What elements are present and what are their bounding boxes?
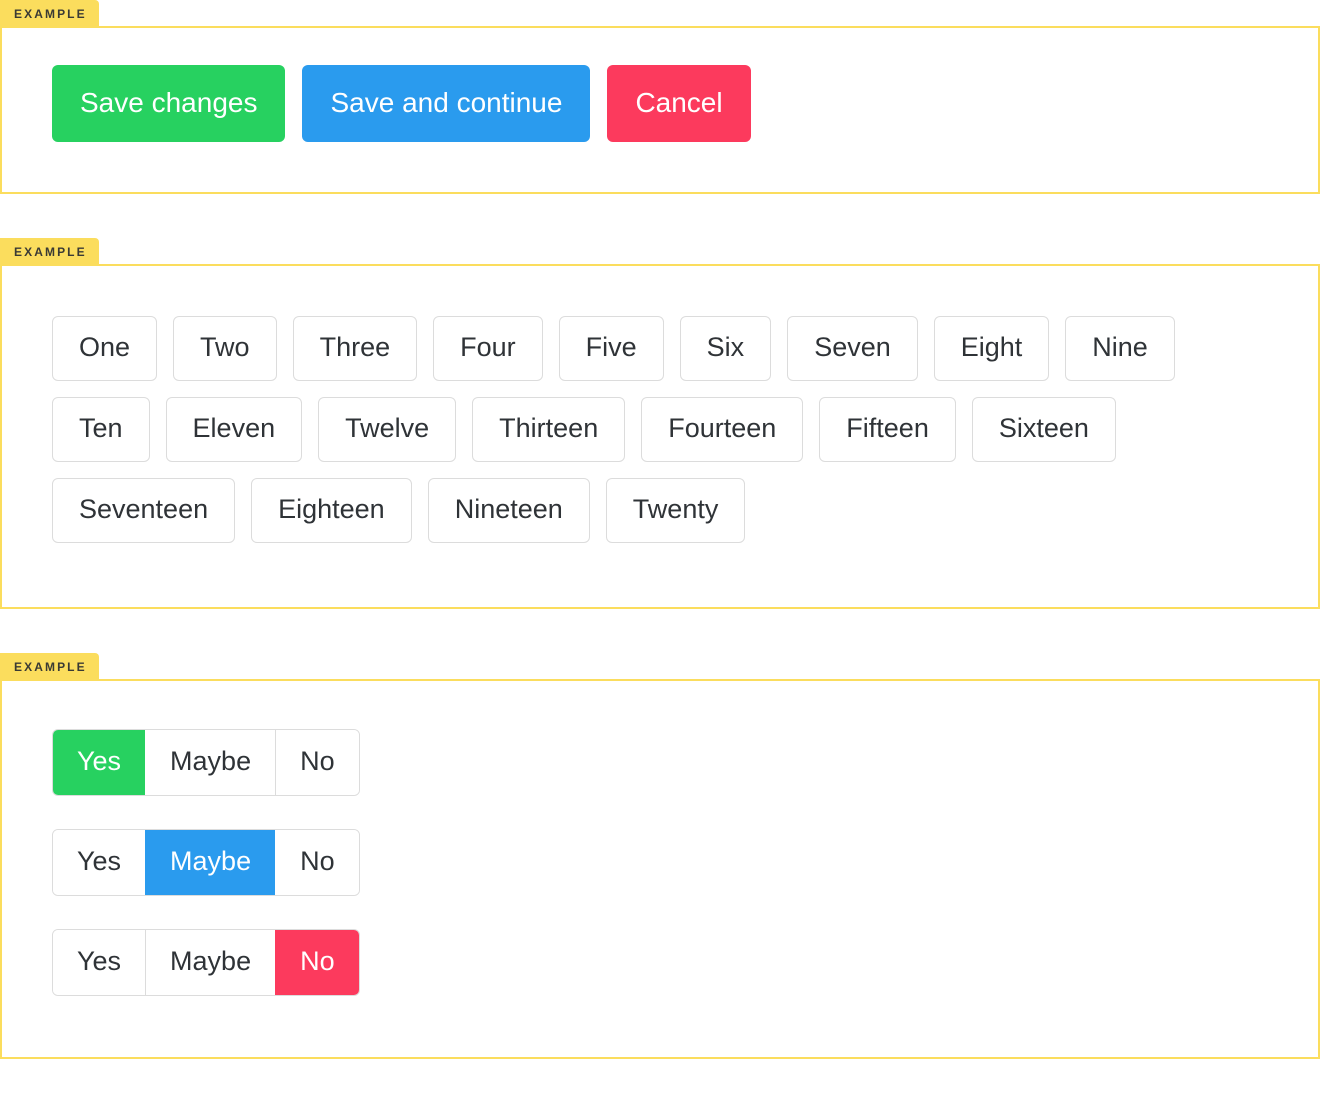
example-body: One Two Three Four Five Six Seven Eight …: [0, 264, 1320, 609]
word-button-grid: One Two Three Four Five Six Seven Eight …: [52, 316, 1232, 543]
word-button[interactable]: Nineteen: [428, 478, 590, 543]
example-body: Save changes Save and continue Cancel: [0, 26, 1320, 194]
word-button[interactable]: Twenty: [606, 478, 746, 543]
word-button[interactable]: Fifteen: [819, 397, 956, 462]
word-button[interactable]: Seventeen: [52, 478, 235, 543]
segmented-group-stack: Yes Maybe No Yes Maybe No Yes Maybe No: [52, 729, 1318, 996]
example-section-word-buttons: EXAMPLE One Two Three Four Five Six Seve…: [0, 238, 1320, 609]
word-button[interactable]: Six: [680, 316, 772, 381]
word-button[interactable]: Nine: [1065, 316, 1175, 381]
word-button[interactable]: Fourteen: [641, 397, 803, 462]
segment-yes[interactable]: Yes: [53, 930, 145, 995]
segment-yes[interactable]: Yes: [53, 830, 145, 895]
word-button[interactable]: Four: [433, 316, 543, 381]
word-button[interactable]: Two: [173, 316, 277, 381]
word-button[interactable]: Five: [559, 316, 664, 381]
save-changes-button[interactable]: Save changes: [52, 65, 285, 142]
example-badge: EXAMPLE: [0, 238, 99, 266]
segmented-control-success: Yes Maybe No: [52, 729, 360, 796]
segment-no[interactable]: No: [275, 730, 359, 795]
word-button[interactable]: Three: [293, 316, 418, 381]
cancel-button[interactable]: Cancel: [607, 65, 750, 142]
example-body: Yes Maybe No Yes Maybe No Yes Maybe No: [0, 679, 1320, 1059]
save-and-continue-button[interactable]: Save and continue: [302, 65, 590, 142]
segmented-control-danger: Yes Maybe No: [52, 929, 360, 996]
segment-no[interactable]: No: [275, 930, 359, 995]
word-button[interactable]: One: [52, 316, 157, 381]
example-section-actions: EXAMPLE Save changes Save and continue C…: [0, 0, 1320, 194]
page-root: EXAMPLE Save changes Save and continue C…: [0, 0, 1320, 1059]
segmented-control-primary: Yes Maybe No: [52, 829, 360, 896]
word-button[interactable]: Sixteen: [972, 397, 1116, 462]
word-button[interactable]: Seven: [787, 316, 918, 381]
word-button[interactable]: Twelve: [318, 397, 456, 462]
word-button[interactable]: Ten: [52, 397, 150, 462]
example-badge: EXAMPLE: [0, 0, 99, 28]
action-button-row: Save changes Save and continue Cancel: [52, 65, 1318, 142]
example-section-segmented: EXAMPLE Yes Maybe No Yes Maybe No Yes Ma…: [0, 653, 1320, 1059]
segment-maybe[interactable]: Maybe: [145, 930, 275, 995]
word-button[interactable]: Thirteen: [472, 397, 625, 462]
word-button[interactable]: Eighteen: [251, 478, 412, 543]
example-badge: EXAMPLE: [0, 653, 99, 681]
segment-maybe[interactable]: Maybe: [145, 730, 275, 795]
word-button[interactable]: Eight: [934, 316, 1050, 381]
segment-maybe[interactable]: Maybe: [145, 830, 275, 895]
segment-yes[interactable]: Yes: [53, 730, 145, 795]
word-button[interactable]: Eleven: [166, 397, 303, 462]
segment-no[interactable]: No: [275, 830, 359, 895]
